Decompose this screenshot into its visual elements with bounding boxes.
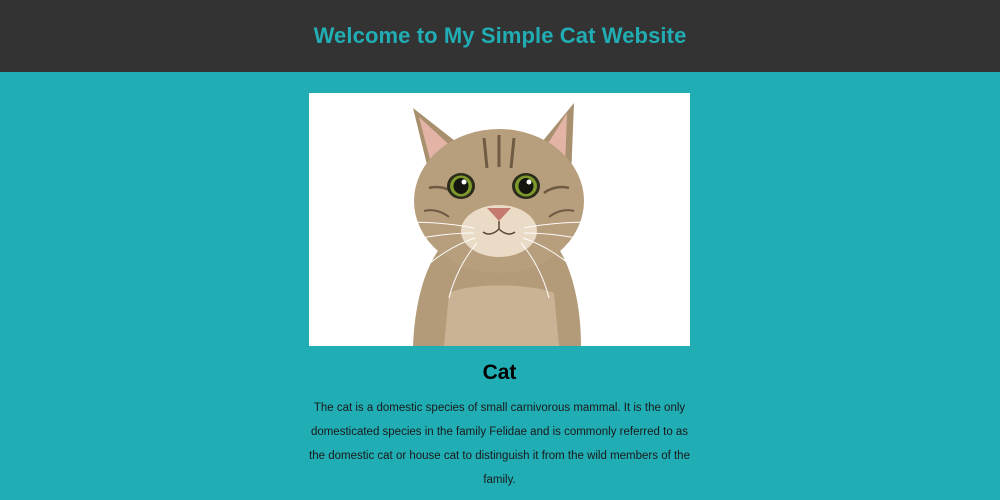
cat-card: Cat The cat is a domestic species of sma…	[309, 93, 690, 492]
cat-heading: Cat	[482, 361, 517, 384]
main-content: Cat The cat is a domestic species of sma…	[0, 72, 1000, 500]
page-title: Welcome to My Simple Cat Website	[313, 23, 687, 48]
site-header: Welcome to My Simple Cat Website	[0, 0, 1000, 72]
cat-photo-drawing	[309, 93, 690, 346]
cat-description: The cat is a domestic species of small c…	[309, 402, 690, 486]
cat-image	[309, 93, 690, 346]
